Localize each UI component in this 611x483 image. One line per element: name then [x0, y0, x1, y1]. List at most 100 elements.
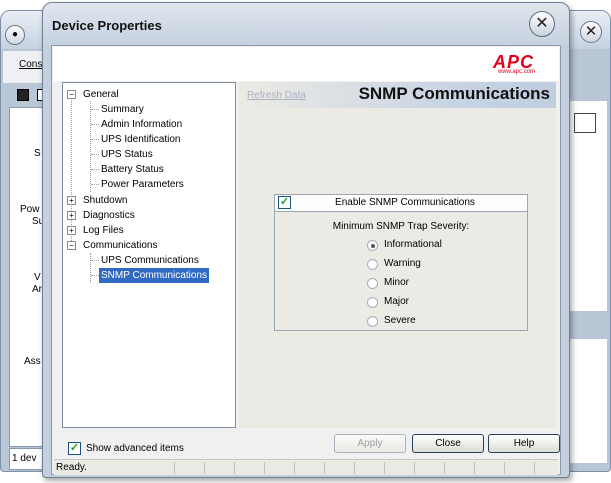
tree-item-general[interactable]: − General — [63, 87, 233, 102]
tree-item-label: Diagnostics — [83, 210, 135, 221]
background-menu-bar: Cons — [3, 51, 45, 83]
tree-connector — [91, 184, 99, 185]
radio-label: Minor — [384, 277, 410, 288]
status-divider — [444, 462, 445, 474]
status-divider — [534, 462, 535, 474]
radio-button[interactable] — [367, 240, 378, 251]
status-divider — [324, 462, 325, 474]
tree-item-label: UPS Status — [101, 149, 153, 160]
background-label: Ass — [24, 356, 41, 367]
radio-label: Major — [384, 296, 410, 307]
tree-item-label: Communications — [83, 240, 158, 251]
background-right-control[interactable] — [574, 113, 596, 133]
tree-item-label: Log Files — [83, 225, 124, 236]
tree-item-snmp-communications[interactable]: SNMP Communications — [63, 268, 233, 283]
panel-header: Refresh Data SNMP Communications — [238, 82, 556, 108]
tree-item-shutdown[interactable]: + Shutdown — [63, 193, 233, 208]
status-divider — [504, 462, 505, 474]
tree-item-label: Battery Status — [101, 164, 164, 175]
device-properties-dialog: Device Properties ✕ APC www.apc.com − Ge… — [42, 2, 570, 478]
background-system-menu-icon[interactable]: ● — [5, 25, 25, 45]
status-divider — [204, 462, 205, 474]
radio-button[interactable] — [367, 278, 378, 289]
show-advanced-label: Show advanced items — [86, 443, 184, 454]
background-right-panel — [569, 101, 608, 463]
severity-label: Minimum SNMP Trap Severity: — [332, 221, 470, 232]
save-icon[interactable] — [17, 89, 29, 101]
background-label: V — [34, 272, 41, 283]
status-divider — [234, 462, 235, 474]
tree-item-summary[interactable]: Summary — [63, 102, 233, 117]
radio-button[interactable] — [367, 316, 378, 327]
enable-snmp-label: Enable SNMP Communications — [335, 197, 475, 208]
tree-item-label: Power Parameters — [101, 179, 184, 190]
tree-item-label: Summary — [101, 104, 144, 115]
collapse-icon[interactable]: − — [67, 90, 76, 99]
status-divider — [264, 462, 265, 474]
tree-item-ups-communications[interactable]: UPS Communications — [63, 253, 233, 268]
status-divider — [294, 462, 295, 474]
status-divider — [384, 462, 385, 474]
content-panel: Refresh Data SNMP Communications ✓ Enabl… — [238, 82, 556, 428]
status-divider — [174, 462, 175, 474]
tree-connector — [91, 275, 99, 276]
tree-item-communications[interactable]: − Communications — [63, 238, 233, 253]
dialog-title: Device Properties — [52, 18, 162, 33]
tree-item-label: SNMP Communications — [99, 268, 209, 283]
expand-icon[interactable]: + — [67, 196, 76, 205]
status-bar: Ready. — [54, 459, 558, 475]
refresh-data-link[interactable]: Refresh Data — [247, 90, 306, 101]
close-button[interactable]: Close — [412, 434, 484, 453]
panel-title: SNMP Communications — [358, 84, 550, 103]
snmp-enable-row: ✓ Enable SNMP Communications — [275, 195, 527, 212]
header-band: APC www.apc.com — [53, 47, 559, 81]
navigation-tree: − General Summary Admin Information UPS … — [62, 82, 236, 428]
tree-connector — [91, 154, 99, 155]
enable-snmp-checkbox[interactable]: ✓ — [278, 196, 291, 209]
radio-label: Severe — [384, 315, 416, 326]
expand-icon[interactable]: + — [67, 226, 76, 235]
dialog-close-button[interactable]: ✕ — [529, 11, 555, 37]
tree-item-ups-identification[interactable]: UPS Identification — [63, 132, 233, 147]
tree-item-label: Admin Information — [101, 119, 183, 130]
apc-logo: APC www.apc.com — [489, 52, 549, 76]
status-divider — [354, 462, 355, 474]
dialog-body: APC www.apc.com − General Summary Admin … — [51, 45, 561, 475]
background-label: Pow — [20, 204, 40, 215]
radio-button[interactable] — [367, 259, 378, 270]
status-text: Ready. — [56, 462, 87, 473]
tree-connector — [91, 260, 99, 261]
tree-item-admin-information[interactable]: Admin Information — [63, 117, 233, 132]
snmp-settings-group: ✓ Enable SNMP Communications Minimum SNM… — [274, 194, 528, 331]
background-label: S — [34, 148, 41, 159]
status-divider — [414, 462, 415, 474]
background-close-button[interactable]: ✕ — [580, 21, 602, 43]
tree-item-log-files[interactable]: + Log Files — [63, 223, 233, 238]
tree-item-label: UPS Identification — [101, 134, 181, 145]
background-label: Ar — [32, 284, 42, 295]
tree-connector — [91, 139, 99, 140]
tree-item-label: UPS Communications — [101, 255, 199, 266]
tree-item-label: Shutdown — [83, 195, 128, 206]
tree-item-battery-status[interactable]: Battery Status — [63, 162, 233, 177]
tree-item-ups-status[interactable]: UPS Status — [63, 147, 233, 162]
radio-label: Warning — [384, 258, 421, 269]
background-device-list: S Pow Su V Ar Ass — [9, 107, 45, 447]
radio-label: Informational — [384, 239, 442, 250]
tree-connector — [91, 109, 99, 110]
tree-connector — [91, 124, 99, 125]
status-divider — [474, 462, 475, 474]
help-button[interactable]: Help — [488, 434, 560, 453]
tree-connector — [91, 169, 99, 170]
background-menu-item[interactable]: Cons — [19, 59, 42, 70]
tree-item-power-parameters[interactable]: Power Parameters — [63, 177, 233, 192]
tree-item-diagnostics[interactable]: + Diagnostics — [63, 208, 233, 223]
apply-button[interactable]: Apply — [334, 434, 406, 453]
background-right-strip — [570, 311, 608, 339]
apc-logo-url: www.apc.com — [498, 69, 536, 75]
show-advanced-checkbox[interactable]: ✓ — [68, 442, 81, 455]
expand-icon[interactable]: + — [67, 211, 76, 220]
collapse-icon[interactable]: − — [67, 241, 76, 250]
tree-item-label: General — [83, 89, 119, 100]
radio-button[interactable] — [367, 297, 378, 308]
